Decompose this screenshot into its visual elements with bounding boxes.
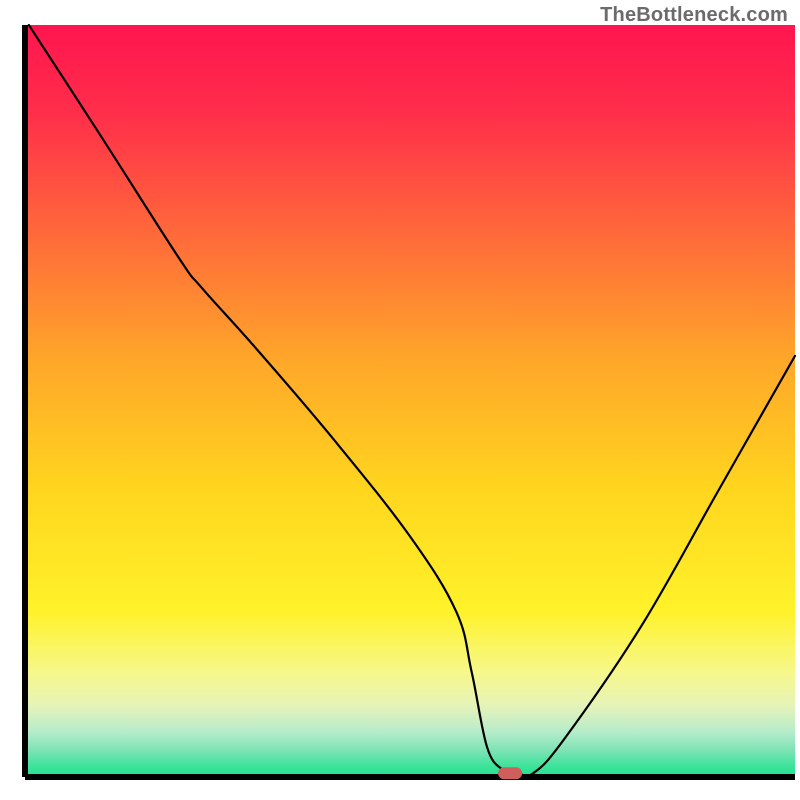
optimal-marker [498, 767, 522, 779]
bottleneck-chart [0, 0, 800, 800]
watermark-label: TheBottleneck.com [600, 4, 788, 27]
chart-container: TheBottleneck.com [0, 0, 800, 800]
plot-background [25, 25, 795, 777]
